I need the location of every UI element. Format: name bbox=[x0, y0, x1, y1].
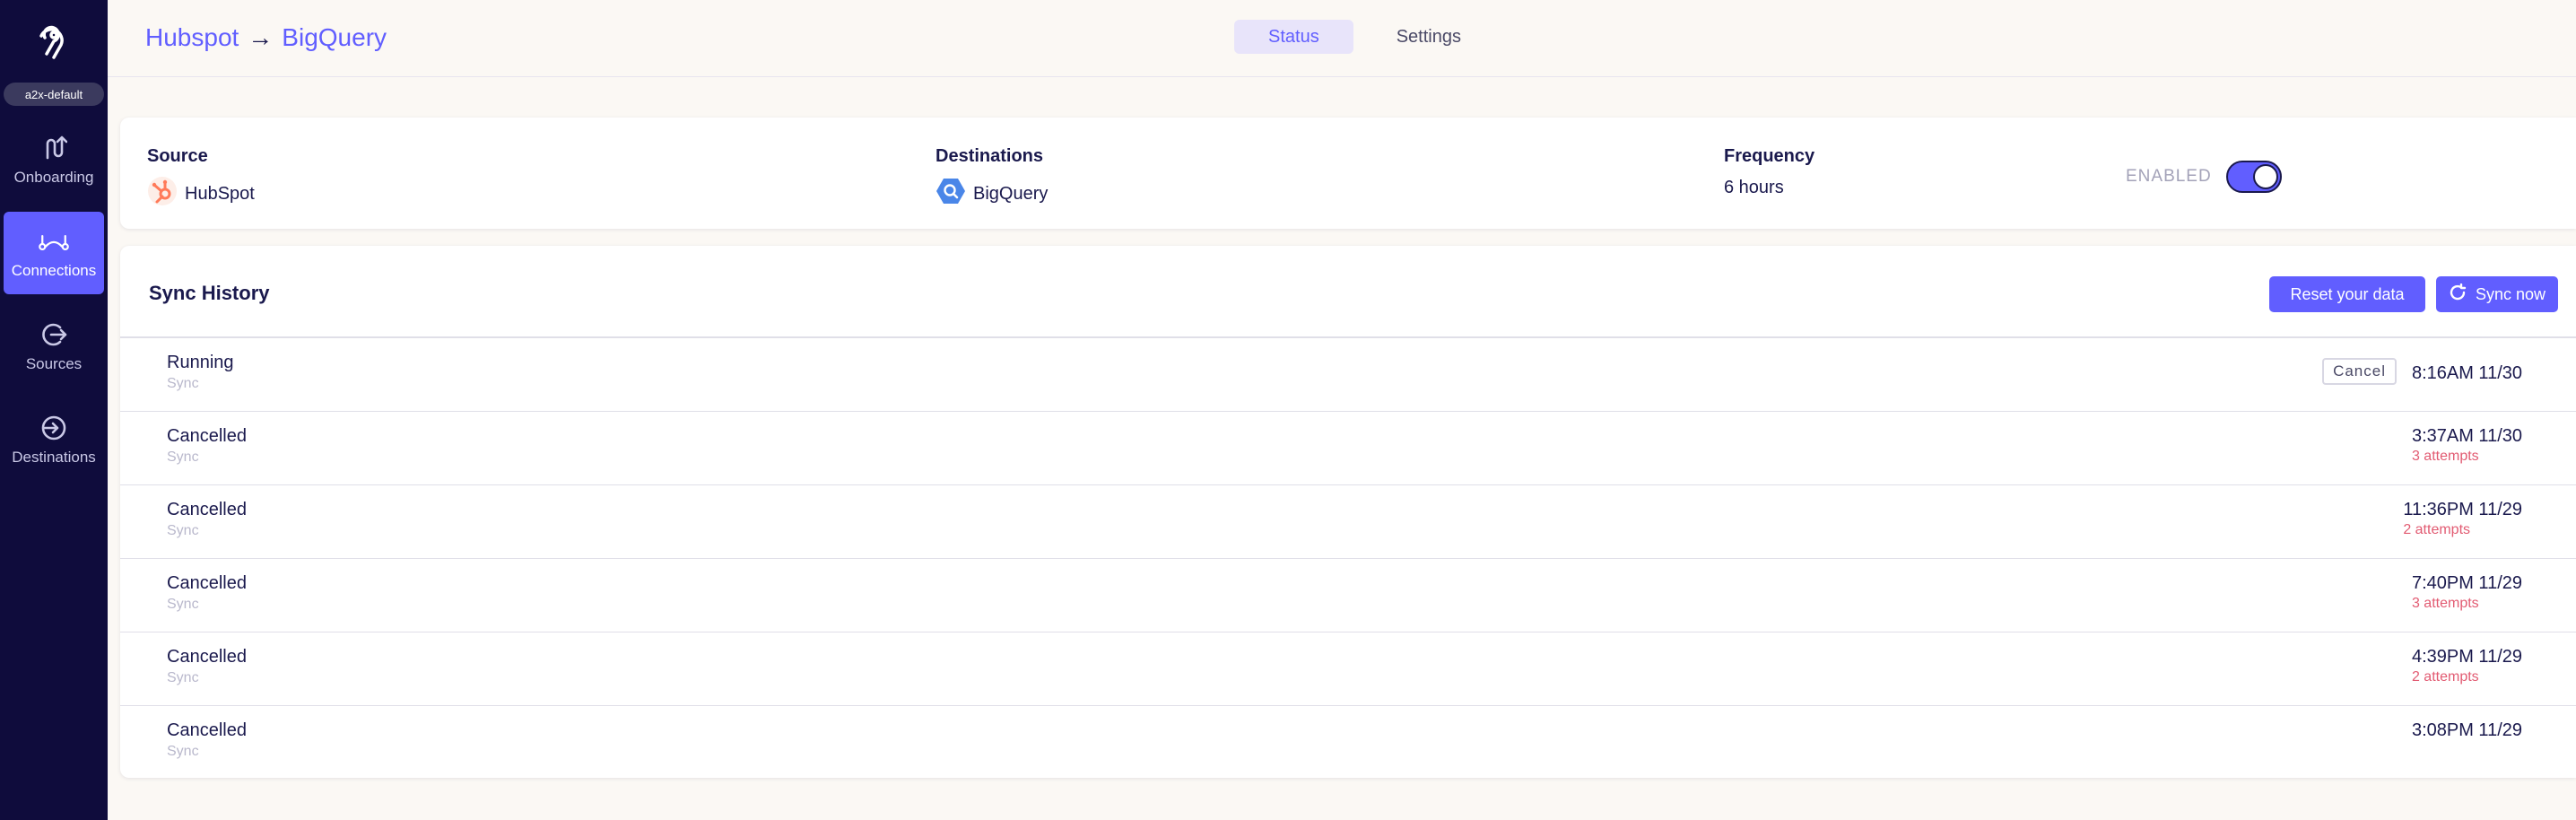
sync-now-label: Sync now bbox=[2475, 284, 2546, 303]
sync-row[interactable]: Cancelled Sync 7:40PM 11/29 3 attempts bbox=[120, 559, 2576, 632]
sync-attempts: 2 attempts bbox=[2403, 522, 2471, 537]
sync-status: Cancelled bbox=[167, 573, 247, 593]
sync-time: 3:08PM 11/29 bbox=[2411, 720, 2522, 740]
sync-row[interactable]: Cancelled Sync 3:37AM 11/30 3 attempts bbox=[120, 412, 2576, 485]
breadcrumb-source[interactable]: Hubspot bbox=[145, 23, 239, 52]
arrow-right-icon: → bbox=[248, 23, 274, 51]
sync-attempts: 3 attempts bbox=[2411, 449, 2479, 464]
sync-meta: 4:39PM 11/29 2 attempts bbox=[2412, 647, 2522, 685]
sync-status: Cancelled bbox=[167, 647, 247, 667]
tab-status[interactable]: Status bbox=[1234, 20, 1353, 54]
sync-history-header: Sync History Reset your data Sync now bbox=[120, 246, 2576, 338]
sync-type: Sync bbox=[167, 376, 199, 391]
refresh-icon bbox=[2449, 283, 2467, 306]
sync-time: 7:40PM 11/29 bbox=[2411, 573, 2522, 593]
sync-type: Sync bbox=[167, 744, 199, 759]
tab-bar: Status Settings bbox=[1234, 20, 1495, 54]
page-header: Hubspot → BigQuery Status Settings bbox=[108, 0, 2576, 77]
sidebar-item-label: Sources bbox=[25, 355, 83, 372]
sidebar: a2x-default Onboarding Connections Sourc… bbox=[0, 0, 108, 820]
sidebar-item-connections[interactable]: Connections bbox=[4, 212, 104, 294]
sources-icon bbox=[39, 319, 69, 350]
source-value: HubSpot bbox=[147, 176, 255, 212]
sidebar-item-destinations[interactable]: Destinations bbox=[4, 398, 104, 481]
sync-type: Sync bbox=[167, 670, 199, 685]
source-name: HubSpot bbox=[185, 183, 255, 204]
sync-row[interactable]: Cancelled Sync 11:36PM 11/29 2 attempts bbox=[120, 485, 2576, 559]
sync-row[interactable]: Cancelled Sync 4:39PM 11/29 2 attempts bbox=[120, 632, 2576, 706]
sidebar-item-onboarding[interactable]: Onboarding bbox=[4, 118, 104, 201]
frequency-label: Frequency bbox=[1724, 146, 1815, 166]
sync-meta: 3:37AM 11/30 3 attempts bbox=[2412, 426, 2522, 465]
bigquery-icon bbox=[936, 176, 966, 212]
sync-status: Cancelled bbox=[167, 720, 247, 740]
workspace-badge[interactable]: a2x-default bbox=[4, 83, 104, 106]
source-label: Source bbox=[147, 146, 208, 166]
tab-settings[interactable]: Settings bbox=[1362, 20, 1495, 54]
sync-attempts: 3 attempts bbox=[2411, 596, 2479, 611]
sidebar-item-sources[interactable]: Sources bbox=[4, 305, 104, 388]
breadcrumb-destination[interactable]: BigQuery bbox=[282, 23, 387, 52]
airbyte-logo-icon[interactable] bbox=[30, 18, 77, 65]
sync-history-card: Sync History Reset your data Sync now Ru… bbox=[120, 246, 2576, 778]
sync-type: Sync bbox=[167, 449, 199, 465]
destinations-label: Destinations bbox=[936, 146, 1044, 166]
reset-data-button[interactable]: Reset your data bbox=[2269, 276, 2425, 312]
sync-attempts: 2 attempts bbox=[2411, 669, 2479, 685]
breadcrumb: Hubspot → BigQuery bbox=[145, 23, 387, 52]
hubspot-icon bbox=[147, 176, 178, 212]
destinations-icon bbox=[39, 413, 69, 443]
sync-meta: 3:08PM 11/29 bbox=[2412, 720, 2522, 741]
frequency-info: Frequency 6 hours bbox=[1724, 146, 1815, 198]
enabled-label: ENABLED bbox=[2126, 167, 2212, 186]
destination-info: Destinations BigQuery bbox=[936, 146, 1048, 212]
cancel-sync-button[interactable]: Cancel bbox=[2322, 358, 2397, 385]
destination-name: BigQuery bbox=[973, 183, 1049, 204]
onboarding-icon bbox=[39, 133, 69, 163]
connection-info-card: Source HubSpot Destinations BigQuery Fre… bbox=[120, 118, 2576, 229]
sync-history-title: Sync History bbox=[149, 282, 270, 304]
sync-meta: 7:40PM 11/29 3 attempts bbox=[2412, 573, 2522, 612]
source-info: Source HubSpot bbox=[147, 146, 255, 212]
frequency-value: 6 hours bbox=[1724, 178, 1784, 197]
sync-status: Cancelled bbox=[167, 500, 247, 519]
sync-time: 4:39PM 11/29 bbox=[2411, 647, 2522, 667]
reset-data-label: Reset your data bbox=[2290, 284, 2405, 303]
sync-meta: 11:36PM 11/29 2 attempts bbox=[2403, 500, 2522, 538]
connections-icon bbox=[39, 226, 69, 257]
sync-type: Sync bbox=[167, 597, 199, 612]
sync-time: 3:37AM 11/30 bbox=[2411, 426, 2522, 446]
sync-status: Running bbox=[167, 353, 234, 372]
sync-status: Cancelled bbox=[167, 426, 247, 446]
enabled-control: ENABLED bbox=[2126, 161, 2282, 193]
sync-type: Sync bbox=[167, 523, 199, 538]
sync-now-button[interactable]: Sync now bbox=[2436, 276, 2558, 312]
sync-time: 11:36PM 11/29 bbox=[2403, 500, 2522, 519]
sidebar-item-label: Onboarding bbox=[13, 169, 94, 186]
sync-time: 8:16AM 11/30 bbox=[2411, 363, 2522, 383]
destination-value: BigQuery bbox=[936, 176, 1048, 212]
sync-row-running[interactable]: Running Sync Cancel 8:16AM 11/30 bbox=[120, 338, 2576, 412]
sidebar-item-label: Destinations bbox=[12, 449, 96, 466]
toggle-knob bbox=[2252, 164, 2278, 189]
sidebar-item-label: Connections bbox=[11, 262, 97, 279]
sync-row[interactable]: Cancelled Sync 3:08PM 11/29 bbox=[120, 706, 2576, 778]
enabled-toggle[interactable] bbox=[2225, 161, 2282, 193]
